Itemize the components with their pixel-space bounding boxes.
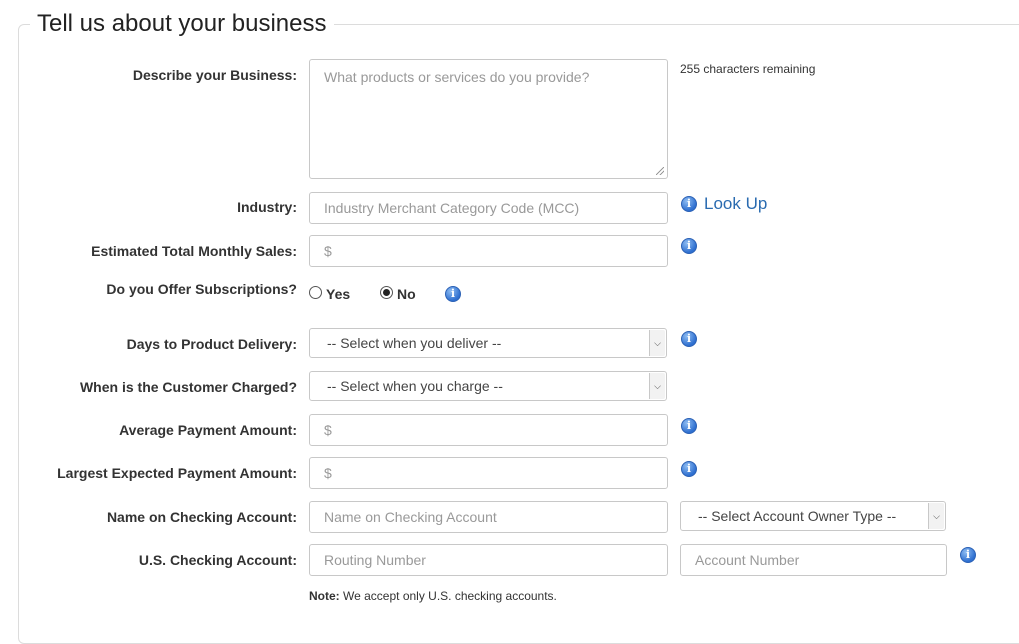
routing-number-input[interactable] — [309, 544, 668, 576]
checking-account-info-icon[interactable]: i — [960, 547, 976, 563]
note-prefix: Note: — [309, 589, 340, 603]
avg-payment-info-icon[interactable]: i — [681, 418, 697, 434]
look-up-link[interactable]: Look Up — [704, 194, 767, 214]
note-text: We accept only U.S. checking accounts. — [339, 589, 557, 603]
characters-remaining: 255 characters remaining — [680, 62, 816, 76]
resize-grip-icon[interactable] — [656, 167, 664, 175]
delivery-select-value: -- Select when you deliver -- — [327, 335, 502, 351]
checking-account-label: U.S. Checking Account: — [138, 552, 297, 568]
avg-payment-label: Average Payment Amount: — [119, 422, 297, 438]
charged-select-value: -- Select when you charge -- — [327, 378, 503, 394]
monthly-sales-input[interactable] — [309, 235, 668, 267]
section-title: Tell us about your business — [30, 10, 334, 38]
charged-label: When is the Customer Charged? — [79, 379, 297, 395]
industry-label: Industry: — [237, 199, 297, 215]
delivery-info-icon[interactable]: i — [681, 331, 697, 347]
account-owner-type-value: -- Select Account Owner Type -- — [698, 508, 897, 524]
checking-note: Note: We accept only U.S. checking accou… — [309, 589, 557, 603]
account-number-input[interactable] — [680, 544, 947, 576]
delivery-label: Days to Product Delivery: — [126, 336, 297, 352]
largest-payment-input[interactable] — [309, 457, 668, 489]
chevron-down-icon[interactable]: ⌵ — [928, 503, 944, 529]
avg-payment-input[interactable] — [309, 414, 668, 446]
subscriptions-yes-label: Yes — [326, 286, 351, 302]
delivery-select[interactable]: -- Select when you deliver -- ⌵ — [309, 328, 667, 358]
monthly-sales-label: Estimated Total Monthly Sales: — [91, 243, 297, 259]
monthly-sales-info-icon[interactable]: i — [681, 238, 697, 254]
charged-select[interactable]: -- Select when you charge -- ⌵ — [309, 371, 667, 401]
info-icon[interactable]: i — [681, 196, 697, 212]
checking-name-input[interactable] — [309, 501, 668, 533]
industry-input[interactable] — [309, 192, 668, 224]
largest-payment-label: Largest Expected Payment Amount: — [57, 465, 297, 481]
subscriptions-info-icon[interactable]: i — [445, 286, 461, 302]
chevron-down-icon[interactable]: ⌵ — [649, 373, 665, 399]
describe-business-textarea[interactable] — [309, 59, 668, 179]
chevron-down-icon[interactable]: ⌵ — [649, 330, 665, 356]
subscriptions-yes-radio[interactable] — [309, 286, 322, 299]
largest-payment-info-icon[interactable]: i — [681, 461, 697, 477]
checking-name-label: Name on Checking Account: — [106, 509, 297, 525]
subscriptions-no-label: No — [397, 286, 416, 302]
account-owner-type-select[interactable]: -- Select Account Owner Type -- ⌵ — [680, 501, 946, 531]
describe-business-label: Describe your Business: — [132, 67, 297, 83]
subscriptions-no-radio[interactable] — [380, 286, 393, 299]
subscriptions-label: Do you Offer Subscriptions? — [106, 281, 297, 297]
